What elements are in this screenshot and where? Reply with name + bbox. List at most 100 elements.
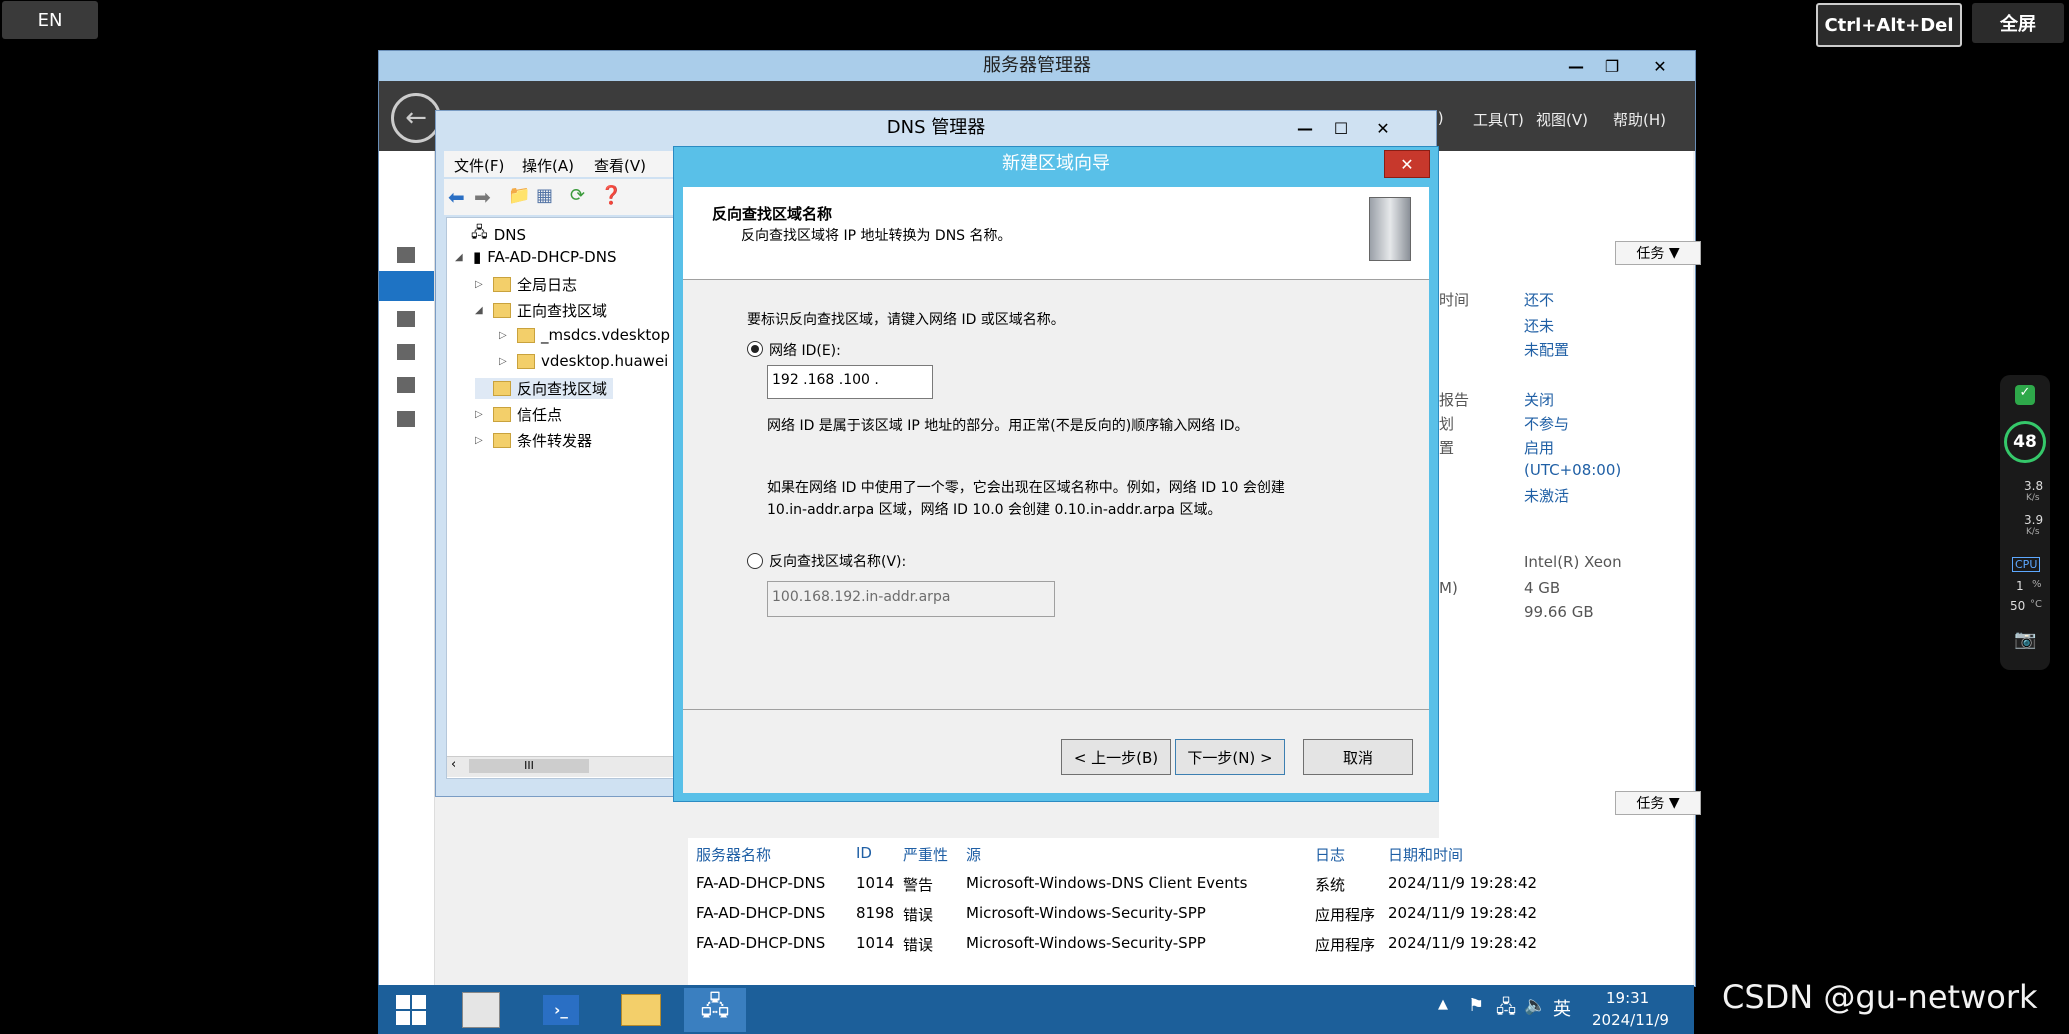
cell: FA-AD-DHCP-DNS	[696, 904, 826, 922]
prop-label: 报告	[1439, 391, 1470, 409]
zone-name-radio[interactable]	[747, 553, 763, 569]
minimize-button[interactable]: —	[1559, 55, 1593, 77]
tree-item-forward-zones[interactable]: ◢ 正向查找区域	[475, 300, 607, 321]
menu-action[interactable]: 操作(A)	[522, 155, 574, 176]
restore-button[interactable]: ❐	[1595, 55, 1629, 77]
table-row[interactable]: FA-AD-DHCP-DNS 8198 错误 Microsoft-Windows…	[688, 898, 1628, 928]
roles-icon[interactable]	[397, 344, 415, 360]
tree-item-msdcs[interactable]: ▷ _msdcs.vdesktop	[499, 326, 670, 344]
tasks-dropdown-events[interactable]: 任务 ▼	[1615, 791, 1701, 815]
tree-item-dns[interactable]: 🖧 DNS	[453, 222, 526, 247]
show-hide-tree-icon[interactable]: ▦	[536, 185, 553, 206]
server-tower-icon	[1369, 197, 1411, 261]
column-header[interactable]: ID	[856, 844, 872, 862]
help-icon[interactable]: ❓	[600, 185, 622, 206]
prop-value[interactable]: 不参与	[1524, 413, 1569, 434]
start-button[interactable]	[380, 988, 442, 1032]
prop-label: M)	[1439, 579, 1458, 597]
column-header[interactable]: 日志	[1315, 844, 1345, 865]
prop-value[interactable]: (UTC+08:00)	[1524, 461, 1621, 479]
prop-value[interactable]: 还不	[1524, 289, 1554, 310]
clock-time[interactable]: 19:31	[1606, 989, 1649, 1007]
back-arrow-icon[interactable]: ←	[391, 93, 441, 143]
tray-arrow-icon[interactable]: ▲	[1438, 997, 1448, 1012]
score-gauge: 48	[2004, 421, 2046, 463]
dns-taskbar-icon[interactable]: 🖧	[684, 988, 746, 1032]
prop-value[interactable]: 未激活	[1524, 485, 1569, 506]
dashboard-icon[interactable]	[397, 247, 415, 263]
download-speed: 3.9	[2024, 513, 2044, 527]
menu-view[interactable]: 视图(V)	[1536, 109, 1588, 130]
nav-item-selected[interactable]	[379, 271, 434, 301]
scroll-thumb[interactable]: III	[469, 759, 589, 773]
prop-value[interactable]: 未配置	[1524, 339, 1569, 360]
column-header[interactable]: 日期和时间	[1388, 844, 1463, 865]
wizard-header: 反向查找区域名称 反向查找区域将 IP 地址转换为 DNS 名称。	[683, 187, 1429, 280]
fullscreen-button[interactable]: 全屏	[1972, 3, 2064, 43]
server-manager-nav	[379, 151, 435, 986]
minimize-button[interactable]: —	[1288, 117, 1322, 139]
back-button[interactable]: < 上一步(B)	[1061, 739, 1171, 775]
log-folder-icon	[493, 277, 511, 292]
close-button[interactable]: ✕	[1366, 117, 1400, 139]
cell: 2024/11/9 19:28:42	[1388, 874, 1538, 892]
prop-value[interactable]: 还未	[1524, 315, 1554, 336]
table-row[interactable]: FA-AD-DHCP-DNS 1014 警告 Microsoft-Windows…	[688, 868, 1628, 898]
ctrl-alt-del-button[interactable]: Ctrl+Alt+Del	[1816, 3, 1962, 47]
storage-icon[interactable]	[397, 411, 415, 427]
close-button[interactable]: ✕	[1643, 55, 1677, 77]
powershell-icon[interactable]: ›_	[530, 988, 592, 1032]
zone-name-input[interactable]: 100.168.192.in-addr.arpa	[767, 581, 1055, 617]
tree-item-trust-points[interactable]: ▷ 信任点	[475, 404, 562, 425]
next-button[interactable]: 下一步(N) >	[1175, 739, 1285, 775]
windows-logo-icon	[396, 995, 426, 1025]
server-manager-taskbar-icon[interactable]	[450, 988, 512, 1032]
column-header[interactable]: 严重性	[903, 844, 948, 865]
cell: 1014	[856, 934, 895, 952]
menu-help[interactable]: 帮助(H)	[1613, 109, 1666, 130]
network-id-label: 网络 ID(E):	[769, 343, 841, 359]
volume-icon[interactable]: 🔈	[1524, 995, 1546, 1016]
wizard-body: 反向查找区域名称 反向查找区域将 IP 地址转换为 DNS 名称。 要标识反向查…	[683, 187, 1429, 793]
ime-indicator[interactable]: 英	[1553, 995, 1571, 1021]
cpu-percent: %	[2032, 579, 2042, 590]
features-icon[interactable]	[397, 377, 415, 393]
tasks-dropdown[interactable]: 任务 ▼	[1615, 241, 1701, 265]
prop-value[interactable]: 关闭	[1524, 389, 1554, 410]
menu-view[interactable]: 查看(V)	[594, 155, 646, 176]
folder-icon	[493, 381, 511, 396]
column-header[interactable]: 源	[966, 844, 981, 865]
language-button[interactable]: EN	[2, 1, 98, 39]
tree-item-conditional-forwarders[interactable]: ▷ 条件转发器	[475, 430, 592, 451]
column-header[interactable]: 服务器名称	[696, 844, 771, 865]
menu-file[interactable]: 文件(F)	[454, 155, 504, 176]
table-row[interactable]: FA-AD-DHCP-DNS 1014 错误 Microsoft-Windows…	[688, 928, 1628, 958]
clock-date[interactable]: 2024/11/9	[1592, 1011, 1669, 1029]
menu-tools[interactable]: 工具(T)	[1473, 109, 1524, 130]
camera-icon[interactable]: 📷	[2014, 629, 2036, 650]
up-folder-icon[interactable]: 📁	[508, 185, 530, 206]
back-arrow-icon[interactable]: ⬅	[448, 185, 465, 209]
maximize-button[interactable]: ☐	[1324, 117, 1358, 139]
flag-icon[interactable]: ⚑	[1468, 995, 1484, 1016]
network-icon[interactable]: 🖧	[1496, 995, 1516, 1025]
scroll-left-icon[interactable]: ‹	[451, 757, 456, 772]
servers-icon[interactable]	[397, 311, 415, 327]
forward-arrow-icon[interactable]: ➡	[474, 185, 491, 209]
close-button[interactable]: ✕	[1384, 150, 1430, 178]
system-monitor-widget[interactable]: ✓ 48 3.8 K/s 3.9 K/s CPU 1 % 50 °C 📷	[2000, 375, 2050, 670]
network-id-radio[interactable]	[747, 341, 763, 357]
folder-icon	[493, 303, 511, 318]
tree-item-global-logs[interactable]: ▷ 全局日志	[475, 274, 577, 295]
file-explorer-icon[interactable]	[610, 988, 672, 1032]
tree-item-server[interactable]: ◢ ▮ FA-AD-DHCP-DNS	[455, 248, 616, 266]
network-id-input[interactable]: 192 .168 .100 .	[767, 365, 933, 399]
cancel-button[interactable]: 取消	[1303, 739, 1413, 775]
tree-item-reverse-zones[interactable]: 反向查找区域	[475, 378, 614, 399]
cpu-value: 1	[2016, 579, 2024, 593]
horizontal-scrollbar[interactable]: ‹ III	[447, 756, 685, 777]
refresh-icon[interactable]: ⟳	[570, 185, 585, 206]
prop-value[interactable]: 启用	[1524, 437, 1554, 458]
cell: 系统	[1315, 876, 1346, 894]
tree-item-vdesktop[interactable]: ▷ vdesktop.huawei	[499, 352, 668, 370]
